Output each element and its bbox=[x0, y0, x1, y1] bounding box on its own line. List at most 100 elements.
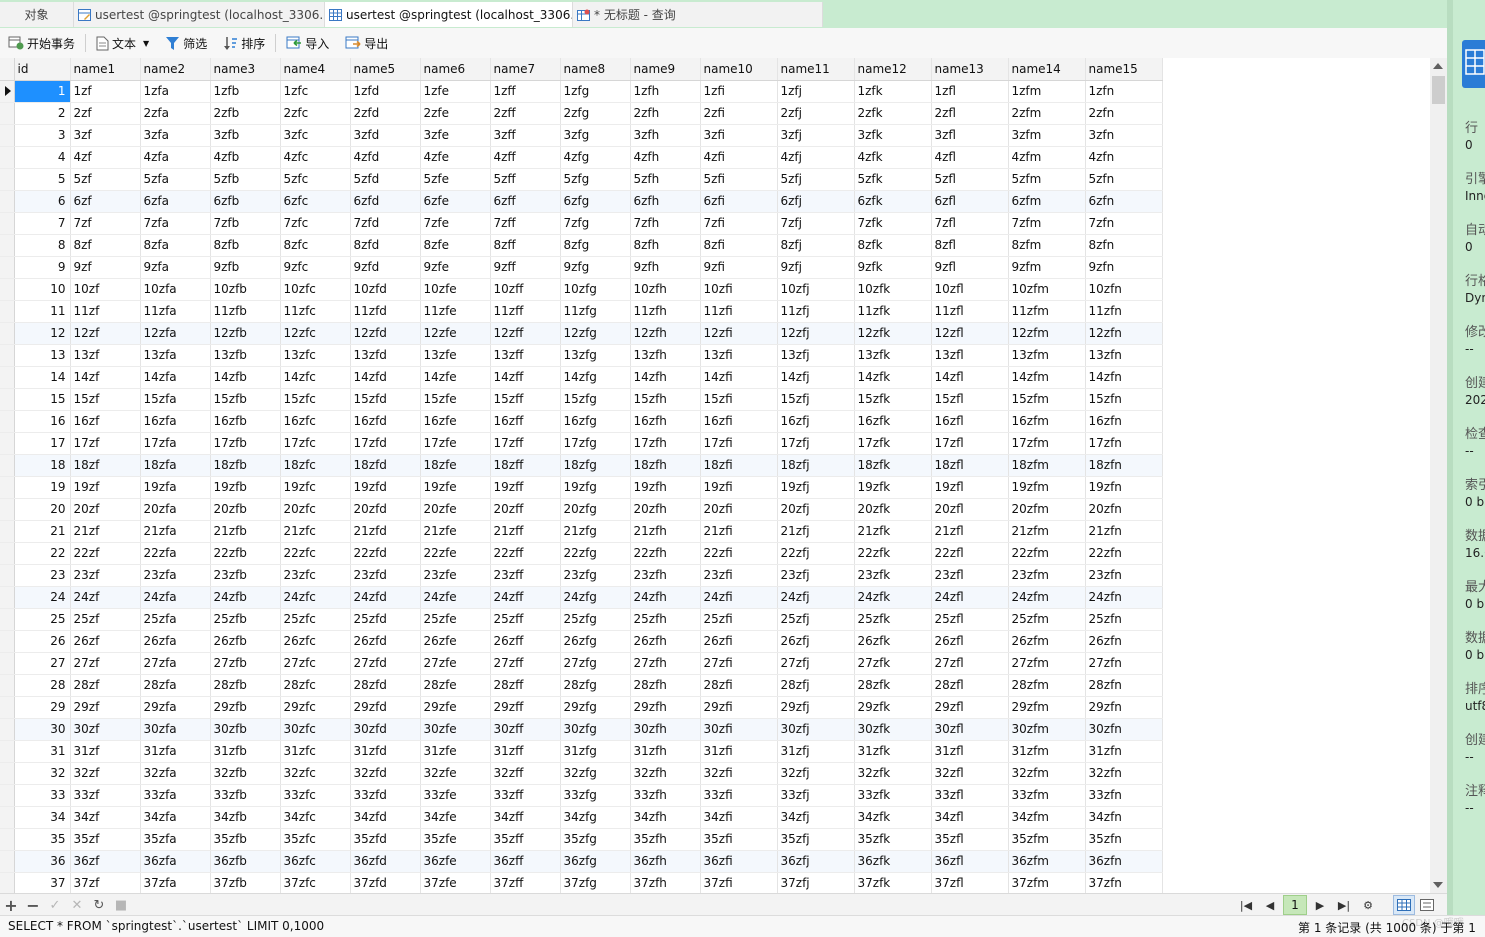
cell-name8[interactable]: 29zfg bbox=[560, 696, 631, 719]
cell-name4[interactable]: 32zfc bbox=[280, 762, 351, 785]
cell-name14[interactable]: 12zfm bbox=[1008, 322, 1086, 345]
cell-name15[interactable]: 27zfn bbox=[1085, 652, 1163, 675]
table-row[interactable]: 17 17zf 17zfa 17zfb 17zfc 17zfd 17zfe 17zff 17zf… bbox=[0, 432, 1163, 455]
table-row[interactable]: 2 2zf 2zfa 2zfb 2zfc 2zfd 2zfe 2zff 2zfg 2zfh 2zfi… bbox=[0, 102, 1163, 125]
cell-name3[interactable]: 37zfb bbox=[210, 872, 281, 893]
cell-name5[interactable]: 15zfd bbox=[350, 388, 421, 411]
cell-name1[interactable]: 32zf bbox=[70, 762, 141, 785]
column-header-name7[interactable]: name7 bbox=[490, 58, 561, 81]
cell-name12[interactable]: 20zfk bbox=[854, 498, 932, 521]
cell-name7[interactable]: 11zff bbox=[490, 300, 561, 323]
cell-name8[interactable]: 10zfg bbox=[560, 278, 631, 301]
cell-name14[interactable]: 27zfm bbox=[1008, 652, 1086, 675]
cell-name7[interactable]: 31zff bbox=[490, 740, 561, 763]
cell-name10[interactable]: 22zfi bbox=[700, 542, 778, 565]
cell-id[interactable]: 8 bbox=[14, 234, 71, 257]
cell-name9[interactable]: 14zfh bbox=[630, 366, 701, 389]
cell-name8[interactable]: 20zfg bbox=[560, 498, 631, 521]
cell-name7[interactable]: 22zff bbox=[490, 542, 561, 565]
cell-name15[interactable]: 24zfn bbox=[1085, 586, 1163, 609]
cell-name7[interactable]: 18zff bbox=[490, 454, 561, 477]
cell-name8[interactable]: 33zfg bbox=[560, 784, 631, 807]
cell-name1[interactable]: 8zf bbox=[70, 234, 141, 257]
cell-name2[interactable]: 14zfa bbox=[140, 366, 211, 389]
cell-name1[interactable]: 10zf bbox=[70, 278, 141, 301]
cell-name6[interactable]: 22zfe bbox=[420, 542, 491, 565]
cell-name9[interactable]: 8zfh bbox=[630, 234, 701, 257]
cell-name5[interactable]: 12zfd bbox=[350, 322, 421, 345]
cell-name5[interactable]: 20zfd bbox=[350, 498, 421, 521]
cell-name4[interactable]: 30zfc bbox=[280, 718, 351, 741]
cell-name4[interactable]: 22zfc bbox=[280, 542, 351, 565]
cell-name4[interactable]: 1zfc bbox=[280, 80, 351, 103]
cell-name9[interactable]: 31zfh bbox=[630, 740, 701, 763]
table-info-icon[interactable] bbox=[1462, 40, 1485, 88]
cell-id[interactable]: 21 bbox=[14, 520, 71, 543]
cell-name15[interactable]: 5zfn bbox=[1085, 168, 1163, 191]
cell-name13[interactable]: 19zfl bbox=[931, 476, 1009, 499]
cell-name9[interactable]: 3zfh bbox=[630, 124, 701, 147]
cell-name5[interactable]: 29zfd bbox=[350, 696, 421, 719]
cell-name15[interactable]: 11zfn bbox=[1085, 300, 1163, 323]
cell-name1[interactable]: 20zf bbox=[70, 498, 141, 521]
cell-name9[interactable]: 27zfh bbox=[630, 652, 701, 675]
cell-name11[interactable]: 32zfj bbox=[777, 762, 855, 785]
cell-name7[interactable]: 9zff bbox=[490, 256, 561, 279]
cell-name3[interactable]: 8zfb bbox=[210, 234, 281, 257]
cell-name3[interactable]: 4zfb bbox=[210, 146, 281, 169]
cell-name2[interactable]: 23zfa bbox=[140, 564, 211, 587]
column-header-name14[interactable]: name14 bbox=[1008, 58, 1086, 81]
cell-name8[interactable]: 6zfg bbox=[560, 190, 631, 213]
cell-name11[interactable]: 13zfj bbox=[777, 344, 855, 367]
cell-name6[interactable]: 17zfe bbox=[420, 432, 491, 455]
row-indicator[interactable] bbox=[0, 850, 15, 873]
row-indicator[interactable] bbox=[0, 278, 15, 301]
cell-name7[interactable]: 35zff bbox=[490, 828, 561, 851]
cell-name3[interactable]: 1zfb bbox=[210, 80, 281, 103]
row-indicator[interactable] bbox=[0, 212, 15, 235]
cell-name10[interactable]: 25zfi bbox=[700, 608, 778, 631]
cell-name11[interactable]: 31zfj bbox=[777, 740, 855, 763]
cell-name4[interactable]: 9zfc bbox=[280, 256, 351, 279]
cell-name13[interactable]: 8zfl bbox=[931, 234, 1009, 257]
cell-id[interactable]: 28 bbox=[14, 674, 71, 697]
cell-name15[interactable]: 26zfn bbox=[1085, 630, 1163, 653]
cell-name5[interactable]: 11zfd bbox=[350, 300, 421, 323]
cell-name15[interactable]: 4zfn bbox=[1085, 146, 1163, 169]
cell-name3[interactable]: 5zfb bbox=[210, 168, 281, 191]
cell-name1[interactable]: 21zf bbox=[70, 520, 141, 543]
cell-name9[interactable]: 32zfh bbox=[630, 762, 701, 785]
cell-name2[interactable]: 34zfa bbox=[140, 806, 211, 829]
cell-name12[interactable]: 35zfk bbox=[854, 828, 932, 851]
cell-name5[interactable]: 31zfd bbox=[350, 740, 421, 763]
cell-name7[interactable]: 24zff bbox=[490, 586, 561, 609]
cell-name5[interactable]: 18zfd bbox=[350, 454, 421, 477]
cell-name14[interactable]: 36zfm bbox=[1008, 850, 1086, 873]
next-page-button[interactable]: ▶ bbox=[1309, 895, 1331, 915]
cell-name11[interactable]: 28zfj bbox=[777, 674, 855, 697]
cell-name7[interactable]: 32zff bbox=[490, 762, 561, 785]
cell-name12[interactable]: 1zfk bbox=[854, 80, 932, 103]
cell-name1[interactable]: 29zf bbox=[70, 696, 141, 719]
cell-name3[interactable]: 3zfb bbox=[210, 124, 281, 147]
cell-name14[interactable]: 30zfm bbox=[1008, 718, 1086, 741]
cell-name12[interactable]: 37zfk bbox=[854, 872, 932, 893]
cell-name2[interactable]: 8zfa bbox=[140, 234, 211, 257]
cell-name10[interactable]: 28zfi bbox=[700, 674, 778, 697]
table-row[interactable]: 18 18zf 18zfa 18zfb 18zfc 18zfd 18zfe 18zff 18zf… bbox=[0, 454, 1163, 477]
cell-name4[interactable]: 6zfc bbox=[280, 190, 351, 213]
cell-name7[interactable]: 12zff bbox=[490, 322, 561, 345]
cell-name13[interactable]: 20zfl bbox=[931, 498, 1009, 521]
cell-name11[interactable]: 14zfj bbox=[777, 366, 855, 389]
cell-name4[interactable]: 11zfc bbox=[280, 300, 351, 323]
table-row[interactable]: 24 24zf 24zfa 24zfb 24zfc 24zfd 24zfe 24zff 24zf… bbox=[0, 586, 1163, 609]
cell-name6[interactable]: 21zfe bbox=[420, 520, 491, 543]
row-indicator[interactable] bbox=[0, 454, 15, 477]
cell-name8[interactable]: 35zfg bbox=[560, 828, 631, 851]
row-indicator[interactable] bbox=[0, 564, 15, 587]
row-indicator[interactable] bbox=[0, 344, 15, 367]
cell-id[interactable]: 27 bbox=[14, 652, 71, 675]
cell-name8[interactable]: 23zfg bbox=[560, 564, 631, 587]
cell-name10[interactable]: 19zfi bbox=[700, 476, 778, 499]
cell-name13[interactable]: 2zfl bbox=[931, 102, 1009, 125]
